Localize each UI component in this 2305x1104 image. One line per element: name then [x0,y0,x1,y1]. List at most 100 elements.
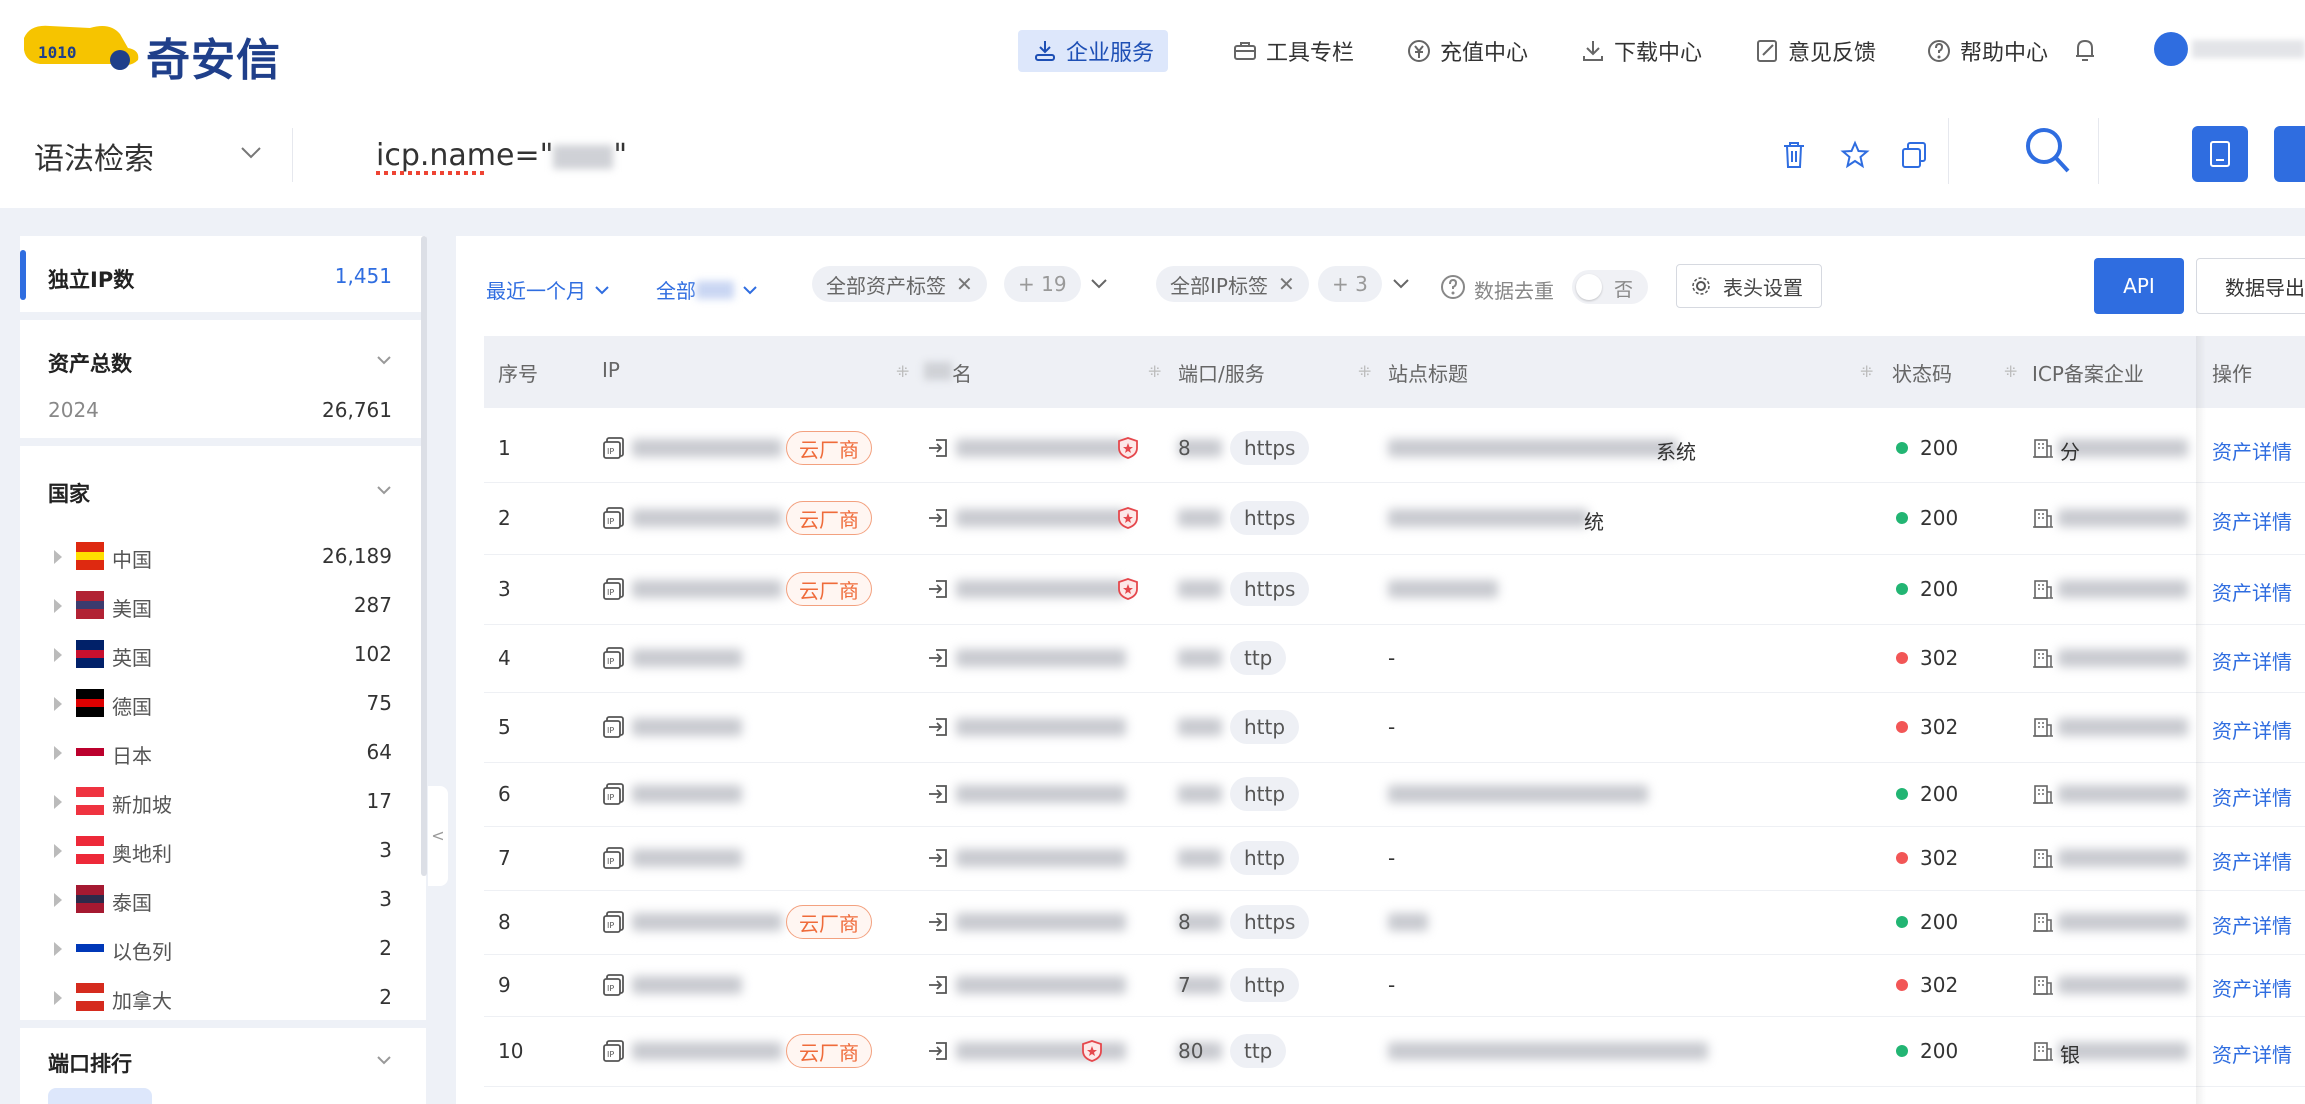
masked-ip[interactable] [632,509,782,527]
country-item[interactable]: 加拿大 2 [20,977,426,1021]
asset-detail-link[interactable]: 资产详情 [2212,646,2292,675]
header-settings-button[interactable]: 表头设置 [1676,264,1822,308]
search-icon[interactable] [2024,126,2072,176]
masked-domain[interactable] [956,509,1126,527]
table-row[interactable]: 8 IP 云厂商 8 https 200 资产详情 [484,890,2305,955]
expand-caret-icon[interactable] [54,550,62,564]
masked-domain[interactable] [956,439,1126,457]
asset-detail-link[interactable]: 资产详情 [2212,910,2292,939]
expand-caret-icon[interactable] [54,599,62,613]
close-icon[interactable]: ✕ [956,272,973,296]
asset-detail-link[interactable]: 资产详情 [2212,715,2292,744]
link-out-icon[interactable] [926,506,950,530]
collapse-sidebar-button[interactable]: < [428,786,448,886]
link-out-icon[interactable] [926,846,950,870]
table-row[interactable]: 7 IP http - 302 资产详情 [484,826,2305,891]
asset-detail-link[interactable]: 资产详情 [2212,506,2292,535]
export-button[interactable]: 数据导出 [2196,258,2305,314]
expand-caret-icon[interactable] [54,746,62,760]
unique-ip-card[interactable]: 独立IP数 1,451 [20,236,426,312]
star-icon[interactable] [1840,140,1870,170]
bell-icon[interactable] [2072,36,2098,64]
masked-ip[interactable] [632,580,782,598]
ip-detail-icon[interactable]: IP [602,782,626,806]
asset-detail-link[interactable]: 资产详情 [2212,436,2292,465]
ip-detail-icon[interactable]: IP [602,846,626,870]
ip-detail-icon[interactable]: IP [602,1039,626,1063]
chevron-down-icon[interactable] [240,146,262,160]
chevron-down-icon[interactable] [376,352,392,368]
chevron-down-icon[interactable] [1090,278,1108,290]
table-row[interactable]: 6 IP http 200 资产详情 [484,762,2305,827]
masked-domain[interactable] [956,580,1126,598]
col-resize-handle[interactable]: ⁜ [1148,362,1161,381]
trash-icon[interactable] [1782,140,1806,170]
link-out-icon[interactable] [926,715,950,739]
search-mode-select[interactable]: 语法检索 [34,134,154,178]
ip-detail-icon[interactable]: IP [602,715,626,739]
country-item[interactable]: 奥地利 3 [20,830,426,874]
ip-detail-icon[interactable]: IP [602,506,626,530]
link-out-icon[interactable] [926,973,950,997]
asset-tag-filter[interactable]: 全部资产标签 ✕ [812,266,987,302]
chevron-down-icon[interactable] [376,1052,392,1068]
syntax-doc-button[interactable] [2192,126,2248,182]
country-item[interactable]: 英国 102 [20,634,426,678]
masked-ip[interactable] [632,718,742,736]
port-chip[interactable] [48,1088,152,1104]
masked-domain[interactable] [956,976,1126,994]
asset-detail-link[interactable]: 资产详情 [2212,846,2292,875]
nav-download[interactable]: 下载中心 [1580,30,1702,72]
masked-domain[interactable] [956,913,1126,931]
ip-detail-icon[interactable]: IP [602,910,626,934]
country-item[interactable]: 美国 287 [20,585,426,629]
brand-name[interactable]: 奇安信 [146,24,281,88]
asset-detail-link[interactable]: 资产详情 [2212,782,2292,811]
asset-detail-link[interactable]: 资产详情 [2212,1039,2292,1068]
masked-ip[interactable] [632,976,742,994]
year-label[interactable]: 2024 [48,398,99,422]
ip-tag-more[interactable]: + 3 [1318,266,1382,302]
expand-caret-icon[interactable] [54,648,62,662]
masked-ip[interactable] [632,849,742,867]
masked-domain[interactable] [956,849,1126,867]
ip-tag-filter[interactable]: 全部IP标签 ✕ [1156,266,1309,302]
masked-ip[interactable] [632,785,742,803]
copy-icon[interactable] [1900,140,1928,170]
api-button[interactable]: API [2094,258,2184,314]
country-item[interactable]: 日本 64 [20,732,426,776]
avatar[interactable] [2154,32,2188,66]
expand-caret-icon[interactable] [54,795,62,809]
asset-tag-more[interactable]: + 19 [1004,266,1081,302]
chevron-down-icon[interactable] [1392,278,1410,290]
col-resize-handle[interactable]: ⁜ [1860,362,1873,381]
time-filter[interactable]: 最近一个月 [486,275,610,304]
col-resize-handle[interactable]: ⁜ [896,362,909,381]
ip-detail-icon[interactable]: IP [602,577,626,601]
link-out-icon[interactable] [926,646,950,670]
table-row[interactable]: 5 IP http - 302 资产详情 [484,692,2305,763]
scope-filter[interactable]: 全部 [656,275,758,304]
ip-detail-icon[interactable]: IP [602,436,626,460]
user-name-masked[interactable] [2192,40,2305,58]
dedup-toggle[interactable]: 否 [1572,270,1648,304]
close-icon[interactable]: ✕ [1278,272,1295,296]
country-item[interactable]: 新加坡 17 [20,781,426,825]
country-item[interactable]: 以色列 2 [20,928,426,972]
country-item[interactable]: 德国 75 [20,683,426,727]
ip-detail-icon[interactable]: IP [602,973,626,997]
expand-caret-icon[interactable] [54,844,62,858]
nav-recharge[interactable]: 充值中心 [1406,30,1528,72]
nav-enterprise-service[interactable]: 企业服务 [1018,30,1169,72]
expand-caret-icon[interactable] [54,991,62,1005]
masked-ip[interactable] [632,649,742,667]
col-resize-handle[interactable]: ⁜ [2004,362,2017,381]
link-out-icon[interactable] [926,436,950,460]
expand-caret-icon[interactable] [54,893,62,907]
nav-tools[interactable]: 工具专栏 [1232,30,1354,72]
expand-caret-icon[interactable] [54,942,62,956]
help-icon[interactable] [1440,274,1466,300]
asset-detail-link[interactable]: 资产详情 [2212,577,2292,606]
table-row[interactable]: 1 IP 云厂商 8 https 系统 200 分 资产详情 [484,414,2305,483]
table-row[interactable]: 9 IP 7 http - 302 资产详情 [484,954,2305,1017]
